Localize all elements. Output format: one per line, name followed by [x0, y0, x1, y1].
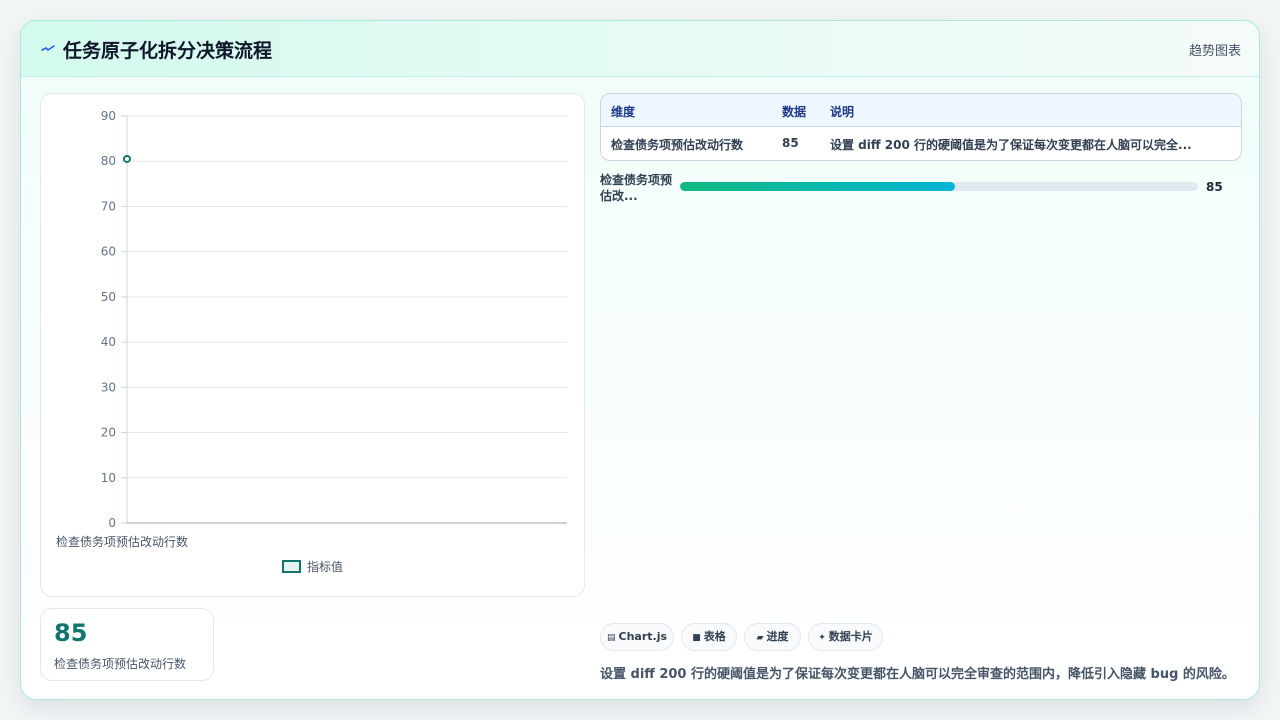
y-tick-label: 60 — [101, 245, 116, 259]
y-tick-label: 90 — [101, 109, 116, 123]
sparkle-icon: ✦ — [818, 633, 826, 643]
y-tick-label: 50 — [101, 290, 116, 304]
chip-progress[interactable]: ▰ 进度 — [744, 623, 801, 651]
chart-icon: ▤ — [606, 633, 616, 643]
page-title: 任务原子化拆分决策流程 — [63, 40, 273, 62]
dashboard-card: 任务原子化拆分决策流程 趋势图表 0 10 20 30 40 50 60 70 80 90 检查债… — [20, 20, 1260, 700]
table-cell-dimension: 检查债务项预估改动行数 — [611, 138, 744, 152]
data-point[interactable] — [123, 154, 131, 163]
y-tick-label: 40 — [101, 335, 116, 349]
table-cell-data: 85 — [782, 136, 799, 150]
summary-text: 设置 diff 200 行的硬阈值是为了保证每次变更都在人脑可以完全审查的范围内… — [600, 667, 1235, 682]
table-header-row: 维度 数据 说明 — [601, 94, 1241, 127]
legend-swatch[interactable] — [282, 560, 301, 573]
data-table: 维度 数据 说明 检查债务项预估改动行数 85 设置 diff 200 行的硬阈… — [600, 93, 1242, 161]
y-tick-label: 20 — [101, 426, 116, 440]
pulse-icon — [41, 45, 55, 51]
card-header: 任务原子化拆分决策流程 趋势图表 — [21, 21, 1259, 77]
legend-label[interactable]: 指标值 — [307, 559, 343, 574]
stat-value: 85 — [54, 619, 88, 647]
y-tick-label: 10 — [101, 471, 116, 485]
x-tick-label: 检查债务项预估改动行数 — [56, 534, 188, 549]
y-tick-label: 80 — [101, 154, 116, 168]
progress-icon: ▰ — [756, 633, 764, 643]
column-header-dimension: 维度 — [611, 105, 636, 119]
chart-type-label: 趋势图表 — [1188, 44, 1241, 59]
table-icon: ■ — [692, 633, 701, 643]
chip-data-card[interactable]: ✦ 数据卡片 — [808, 623, 883, 651]
column-header-data: 数据 — [782, 105, 807, 119]
progress-fill — [680, 182, 955, 191]
progress-track — [680, 182, 1198, 191]
stat-card: 85 检查债务项预估改动行数 — [40, 608, 214, 681]
stat-label: 检查债务项预估改动行数 — [54, 657, 187, 671]
progress-label: 检查债务项预估改... — [600, 173, 673, 203]
table-row: 检查债务项预估改动行数 85 设置 diff 200 行的硬阈值是为了保证每次变… — [601, 127, 1241, 160]
table-cell-description: 设置 diff 200 行的硬阈值是为了保证每次变更都在人脑可以完全... — [830, 138, 1192, 152]
progress-value: 85 — [1206, 180, 1223, 194]
y-tick-label: 30 — [101, 380, 116, 394]
column-header-description: 说明 — [830, 105, 855, 119]
chip-chartjs[interactable]: ▤ Chart.js — [600, 623, 674, 651]
y-tick-label: 0 — [108, 516, 116, 530]
y-tick-label: 70 — [101, 199, 116, 213]
chart-panel: 0 10 20 30 40 50 60 70 80 90 检查债务项预估改动行数 指标值 — [40, 93, 585, 597]
line-chart: 0 10 20 30 40 50 60 70 80 90 检查债务项预估改动行数 指标值 — [56, 109, 567, 574]
chip-table[interactable]: ■ 表格 — [681, 623, 737, 651]
